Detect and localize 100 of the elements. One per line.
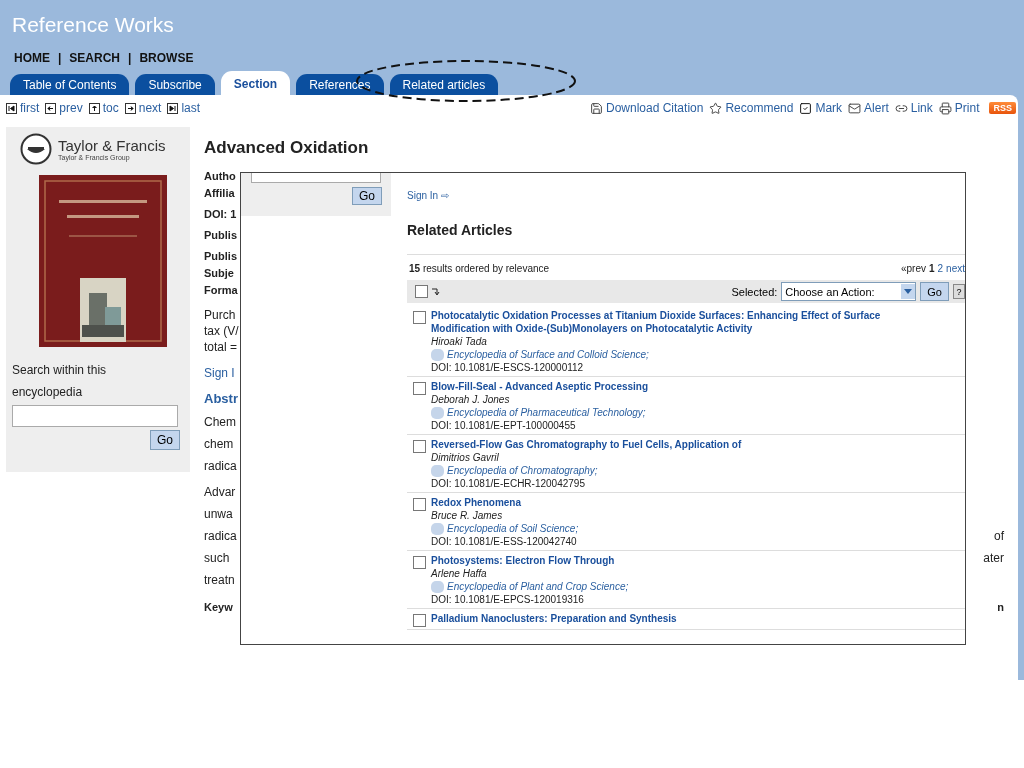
result-title[interactable]: Blow-Fill-Seal - Advanced Aseptic Processing <box>431 380 649 393</box>
article-text: Affilia <box>204 186 235 201</box>
journal-link[interactable]: Encyclopedia of Pharmaceutical Technology; <box>431 406 649 419</box>
go-button[interactable]: Go <box>920 282 949 301</box>
tool-link[interactable]: Link <box>894 101 933 115</box>
result-author: Hiroaki Tada <box>431 335 488 348</box>
action-select[interactable]: Choose an Action: <box>781 282 917 301</box>
go-button[interactable]: Go <box>150 430 180 450</box>
journal-icon <box>431 522 444 535</box>
result-author: Dimitrios Gavril <box>431 451 500 464</box>
logo-icon <box>20 133 52 165</box>
search-field[interactable] <box>12 405 178 427</box>
result-author: Arlene Haffa <box>431 567 488 580</box>
section-heading: Related Articles <box>407 222 514 238</box>
pager-link[interactable]: next <box>124 101 162 115</box>
next-link[interactable]: next <box>946 263 965 274</box>
help-button[interactable]: ? <box>953 284 965 299</box>
result-checkbox[interactable] <box>413 440 426 453</box>
article-text: Publis <box>204 228 237 243</box>
journal-icon <box>431 580 444 593</box>
checkbox-icon <box>799 101 813 115</box>
article-text: total = <box>204 339 238 355</box>
result-title[interactable]: Redox Phenomena <box>431 496 579 509</box>
result-title[interactable]: Photocatalytic Oxidation Processes at Titanium Dioxide Surfaces: Enhancing Effect of Surface Modification with Oxide-(Sub)Monolayers on Photocatalytic Activity <box>431 309 937 335</box>
article-text: Chem <box>204 414 236 431</box>
article-text: treatn <box>204 572 235 589</box>
article-title: Advanced Oxidation <box>204 137 370 159</box>
next-arrow-icon <box>124 102 136 114</box>
result-count: 15 results ordered by relevance <box>409 263 550 274</box>
tab[interactable]: Subscribe <box>135 74 215 95</box>
tool-link[interactable]: Download Citation <box>590 101 704 115</box>
article-text: Subje <box>204 266 234 281</box>
nav-link[interactable]: SEARCH <box>69 50 121 65</box>
result-title[interactable]: Reversed-Flow Gas Chromatography to Fuel Cells, Application of <box>431 438 742 451</box>
pager-link[interactable]: first <box>6 101 40 115</box>
article-text: ater <box>983 550 1004 567</box>
article-text: unwa <box>204 506 233 523</box>
current-page: 1 <box>928 263 935 274</box>
result-checkbox[interactable] <box>413 311 426 324</box>
journal-icon <box>431 348 444 361</box>
result-checkbox[interactable] <box>413 614 426 627</box>
tool-link[interactable]: Print <box>938 101 980 115</box>
journal-icon <box>431 406 444 419</box>
tool-link[interactable]: Alert <box>848 101 889 115</box>
result-title[interactable]: Photosystems: Electron Flow Through <box>431 554 629 567</box>
site-title: Reference Works <box>11 12 175 38</box>
tab[interactable]: Section <box>220 71 291 95</box>
tab[interactable]: Table of Contents <box>10 74 130 95</box>
result-checkbox[interactable] <box>413 556 426 569</box>
result-doi: DOI: 10.1081/E-ECHR-120042795 <box>431 477 586 490</box>
tool-link[interactable]: Recommend <box>709 101 794 115</box>
publisher-name: Taylor & Francis <box>58 137 166 154</box>
article-text: Abstr <box>204 390 238 407</box>
pager-link[interactable]: prev <box>45 101 83 115</box>
result-checkbox[interactable] <box>413 498 426 511</box>
tab[interactable]: Related articles <box>389 74 499 95</box>
result-checkbox[interactable] <box>413 382 426 395</box>
nav-link[interactable]: HOME <box>14 50 50 65</box>
article-text: chem <box>204 436 234 453</box>
pager-link[interactable]: last <box>167 101 201 115</box>
selected-label: Selected: <box>731 285 778 298</box>
article-text: Forma <box>204 283 238 298</box>
result-doi: DOI: 10.1081/E-ESCS-120000112 <box>431 361 585 374</box>
toc-arrow-icon <box>88 102 100 114</box>
page-link[interactable]: 2 <box>937 263 944 274</box>
journal-link[interactable]: Encyclopedia of Surface and Colloid Science; <box>431 348 937 361</box>
article-text: tax (V/ <box>204 323 239 339</box>
article-text: Keyw <box>204 600 233 615</box>
journal-link[interactable]: Encyclopedia of Plant and Crop Science; <box>431 580 629 593</box>
sign-in-link[interactable]: Sign In ⇨ <box>407 190 965 201</box>
first-arrow-icon <box>6 102 17 114</box>
article-text: DOI: 1 <box>204 207 237 222</box>
caret-icon <box>904 289 913 294</box>
article-text: Autho <box>204 169 236 184</box>
nav-separator: | <box>58 50 62 65</box>
article-text: such <box>204 550 230 567</box>
result-doi: DOI: 10.1081/E-EPCS-120019316 <box>431 593 585 606</box>
article-text: n <box>997 600 1004 615</box>
turn-arrow-icon <box>432 287 440 296</box>
result-title[interactable]: Palladium Nanoclusters: Preparation and Synthesis <box>431 612 677 625</box>
tool-link[interactable]: Mark <box>799 101 843 115</box>
sign-in-link[interactable]: Sign I <box>204 365 235 382</box>
envelope-icon <box>848 101 862 115</box>
article-text: Advar <box>204 484 236 501</box>
go-button[interactable]: Go <box>352 187 382 205</box>
tab[interactable]: References <box>296 74 384 95</box>
journal-link[interactable]: Encyclopedia of Chromatography; <box>431 464 742 477</box>
nav-link[interactable]: BROWSE <box>139 50 194 65</box>
prev-arrow-icon <box>45 102 57 114</box>
result-doi: DOI: 10.1081/E-EPT-100000455 <box>431 419 577 432</box>
search-label: Search within this encyclopedia <box>11 362 108 401</box>
journal-link[interactable]: Encyclopedia of Soil Science; <box>431 522 579 535</box>
result-author: Deborah J. Jones <box>431 393 511 406</box>
journal-icon <box>431 464 444 477</box>
article-text: Publis <box>204 249 237 264</box>
nav-separator: | <box>128 50 132 65</box>
select-all-checkbox[interactable] <box>415 285 428 298</box>
printer-icon <box>938 101 952 115</box>
pager-link[interactable]: toc <box>88 101 119 115</box>
article-text: radica <box>204 528 237 545</box>
